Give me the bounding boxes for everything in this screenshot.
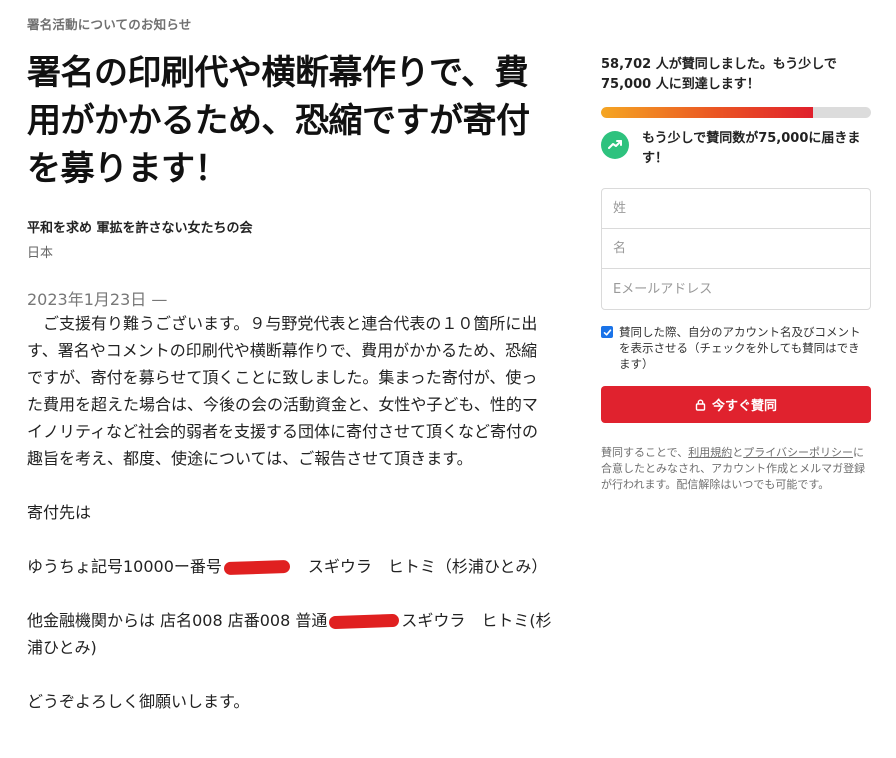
first-name-input[interactable] [602, 189, 870, 229]
goal-nudge: もう少しで賛同数が75,000に届きます！ [601, 129, 871, 169]
redaction-mark [329, 613, 400, 630]
last-name-input[interactable] [602, 229, 870, 269]
postal-account-name: スギウラ ヒトミ（杉浦ひとみ） [291, 557, 548, 576]
consent-label: 賛同した際、自分のアカウント名及びコメントを表示させる（チェックを外しても賛同は… [619, 325, 861, 371]
sign-now-button[interactable]: 今すぐ賛同 [601, 386, 871, 423]
signature-count-text: 58,702 人が賛同しました。もう少しで 75,000 人に到達します！ [601, 55, 871, 95]
email-input[interactable] [602, 269, 870, 309]
sign-sidebar: 58,702 人が賛同しました。もう少しで 75,000 人に到達します！ もう… [601, 55, 871, 493]
postal-account-prefix: ゆうちょ記号10000ー番号 [27, 557, 222, 576]
petition-overline: 署名活動についてのお知らせ [27, 17, 192, 32]
progress-bar-fill [601, 107, 814, 118]
sign-now-label: 今すぐ賛同 [711, 399, 777, 414]
donation-heading: 寄付先は [27, 503, 92, 522]
closing-line: どうぞよろしく御願いします。 [27, 692, 250, 711]
display-name-consent[interactable]: 賛同した際、自分のアカウント名及びコメントを表示させる（チェックを外しても賛同は… [601, 324, 871, 372]
postal-account-line: ゆうちょ記号10000ー番号 スギウラ ヒトミ（杉浦ひとみ） [27, 553, 552, 580]
redaction-mark [223, 559, 291, 576]
legal-prefix: 賛同することで、 [601, 446, 689, 459]
legal-notice: 賛同することで、利用規約とプライバシーポリシーに合意したとみなされ、アカウント作… [601, 445, 871, 493]
sign-form [601, 188, 871, 310]
bank-account-line: 他金融機関からは 店名008 店番008 普通 スギウラ ヒトミ(杉浦ひとみ) [27, 607, 552, 661]
petition-main: 署名活動についてのお知らせ 署名の印刷代や横断幕作りで、費用がかかるため、恐縮で… [27, 14, 552, 715]
lock-icon [695, 399, 706, 411]
update-body: ご支援有り難うございます。９与野党代表と連合代表の１０箇所に出す、署名やコメント… [27, 310, 552, 715]
page-title: 署名の印刷代や横断幕作りで、費用がかかるため、恐縮ですが寄付を募ります！ [27, 53, 530, 189]
terms-link[interactable]: 利用規約 [688, 446, 732, 459]
consent-checkbox[interactable] [601, 326, 613, 338]
trending-up-icon [601, 131, 629, 159]
goal-nudge-text: もう少しで賛同数が75,000に届きます！ [642, 131, 861, 166]
country-label: 日本 [27, 246, 54, 261]
privacy-policy-link[interactable]: プライバシーポリシー [743, 446, 853, 459]
signature-count: 58,702 [601, 57, 652, 72]
organization-name[interactable]: 平和を求め 軍拡を許さない女たちの会 [27, 217, 552, 236]
legal-and: と [732, 446, 744, 459]
progress-bar [601, 107, 871, 118]
bank-account-prefix: 他金融機関からは 店名008 店番008 普通 [27, 611, 328, 630]
update-date: 2023年1月23日 — [27, 290, 168, 309]
body-paragraph: ご支援有り難うございます。９与野党代表と連合代表の１０箇所に出す、署名やコメント… [27, 314, 539, 468]
